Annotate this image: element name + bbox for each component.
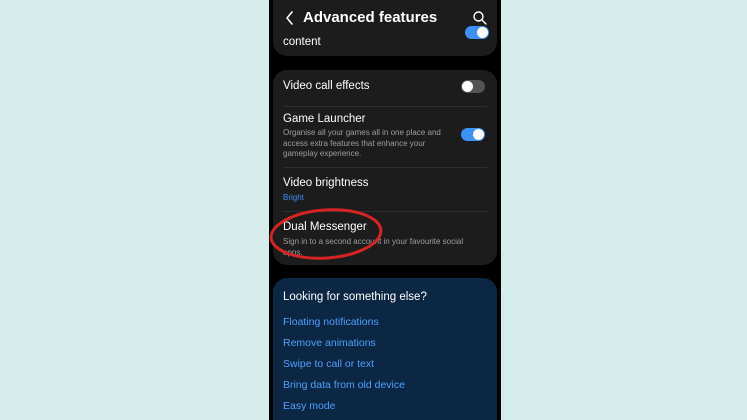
suggestion-link-swipe-to-call[interactable]: Swipe to call or text (283, 358, 374, 370)
setting-desc-dual-messenger: Sign in to a second account in your favo… (283, 237, 464, 257)
suggestion-link-bring-data[interactable]: Bring data from old device (283, 379, 405, 391)
search-button[interactable] (472, 10, 488, 26)
setting-row-video-brightness[interactable]: Video brightness Bright (273, 167, 497, 211)
app-header: Advanced features (269, 0, 501, 36)
back-arrow-icon (285, 11, 293, 25)
search-icon (473, 11, 487, 25)
suggestion-link-floating-notifications[interactable]: Floating notifications (283, 316, 379, 328)
page-title: Advanced features (303, 9, 438, 26)
settings-card: Video call effects Game Launcher Organis… (273, 70, 497, 265)
setting-title-dual-messenger: Dual Messenger (283, 221, 367, 233)
suggestion-link-easy-mode[interactable]: Easy mode (283, 400, 336, 412)
video-call-effects-toggle[interactable] (461, 80, 485, 93)
suggestions-card: Looking for something else? Floating not… (273, 278, 497, 420)
back-button[interactable] (281, 9, 297, 27)
setting-title-video-brightness: Video brightness (283, 177, 369, 189)
setting-title-game-launcher: Game Launcher (283, 113, 366, 125)
setting-title-content: content (283, 36, 321, 48)
game-launcher-toggle[interactable] (461, 128, 485, 141)
setting-value-video-brightness: Bright (283, 193, 304, 202)
setting-desc-game-launcher: Organise all your games all in one place… (283, 128, 441, 158)
setting-row-dual-messenger[interactable]: Dual Messenger Sign in to a second accou… (273, 211, 497, 261)
setting-title-video-call-effects: Video call effects (283, 80, 370, 92)
phone-screen: content Advanced features Video call eff… (269, 0, 501, 420)
suggestion-link-remove-animations[interactable]: Remove animations (283, 337, 376, 349)
suggestions-title: Looking for something else? (283, 291, 427, 303)
